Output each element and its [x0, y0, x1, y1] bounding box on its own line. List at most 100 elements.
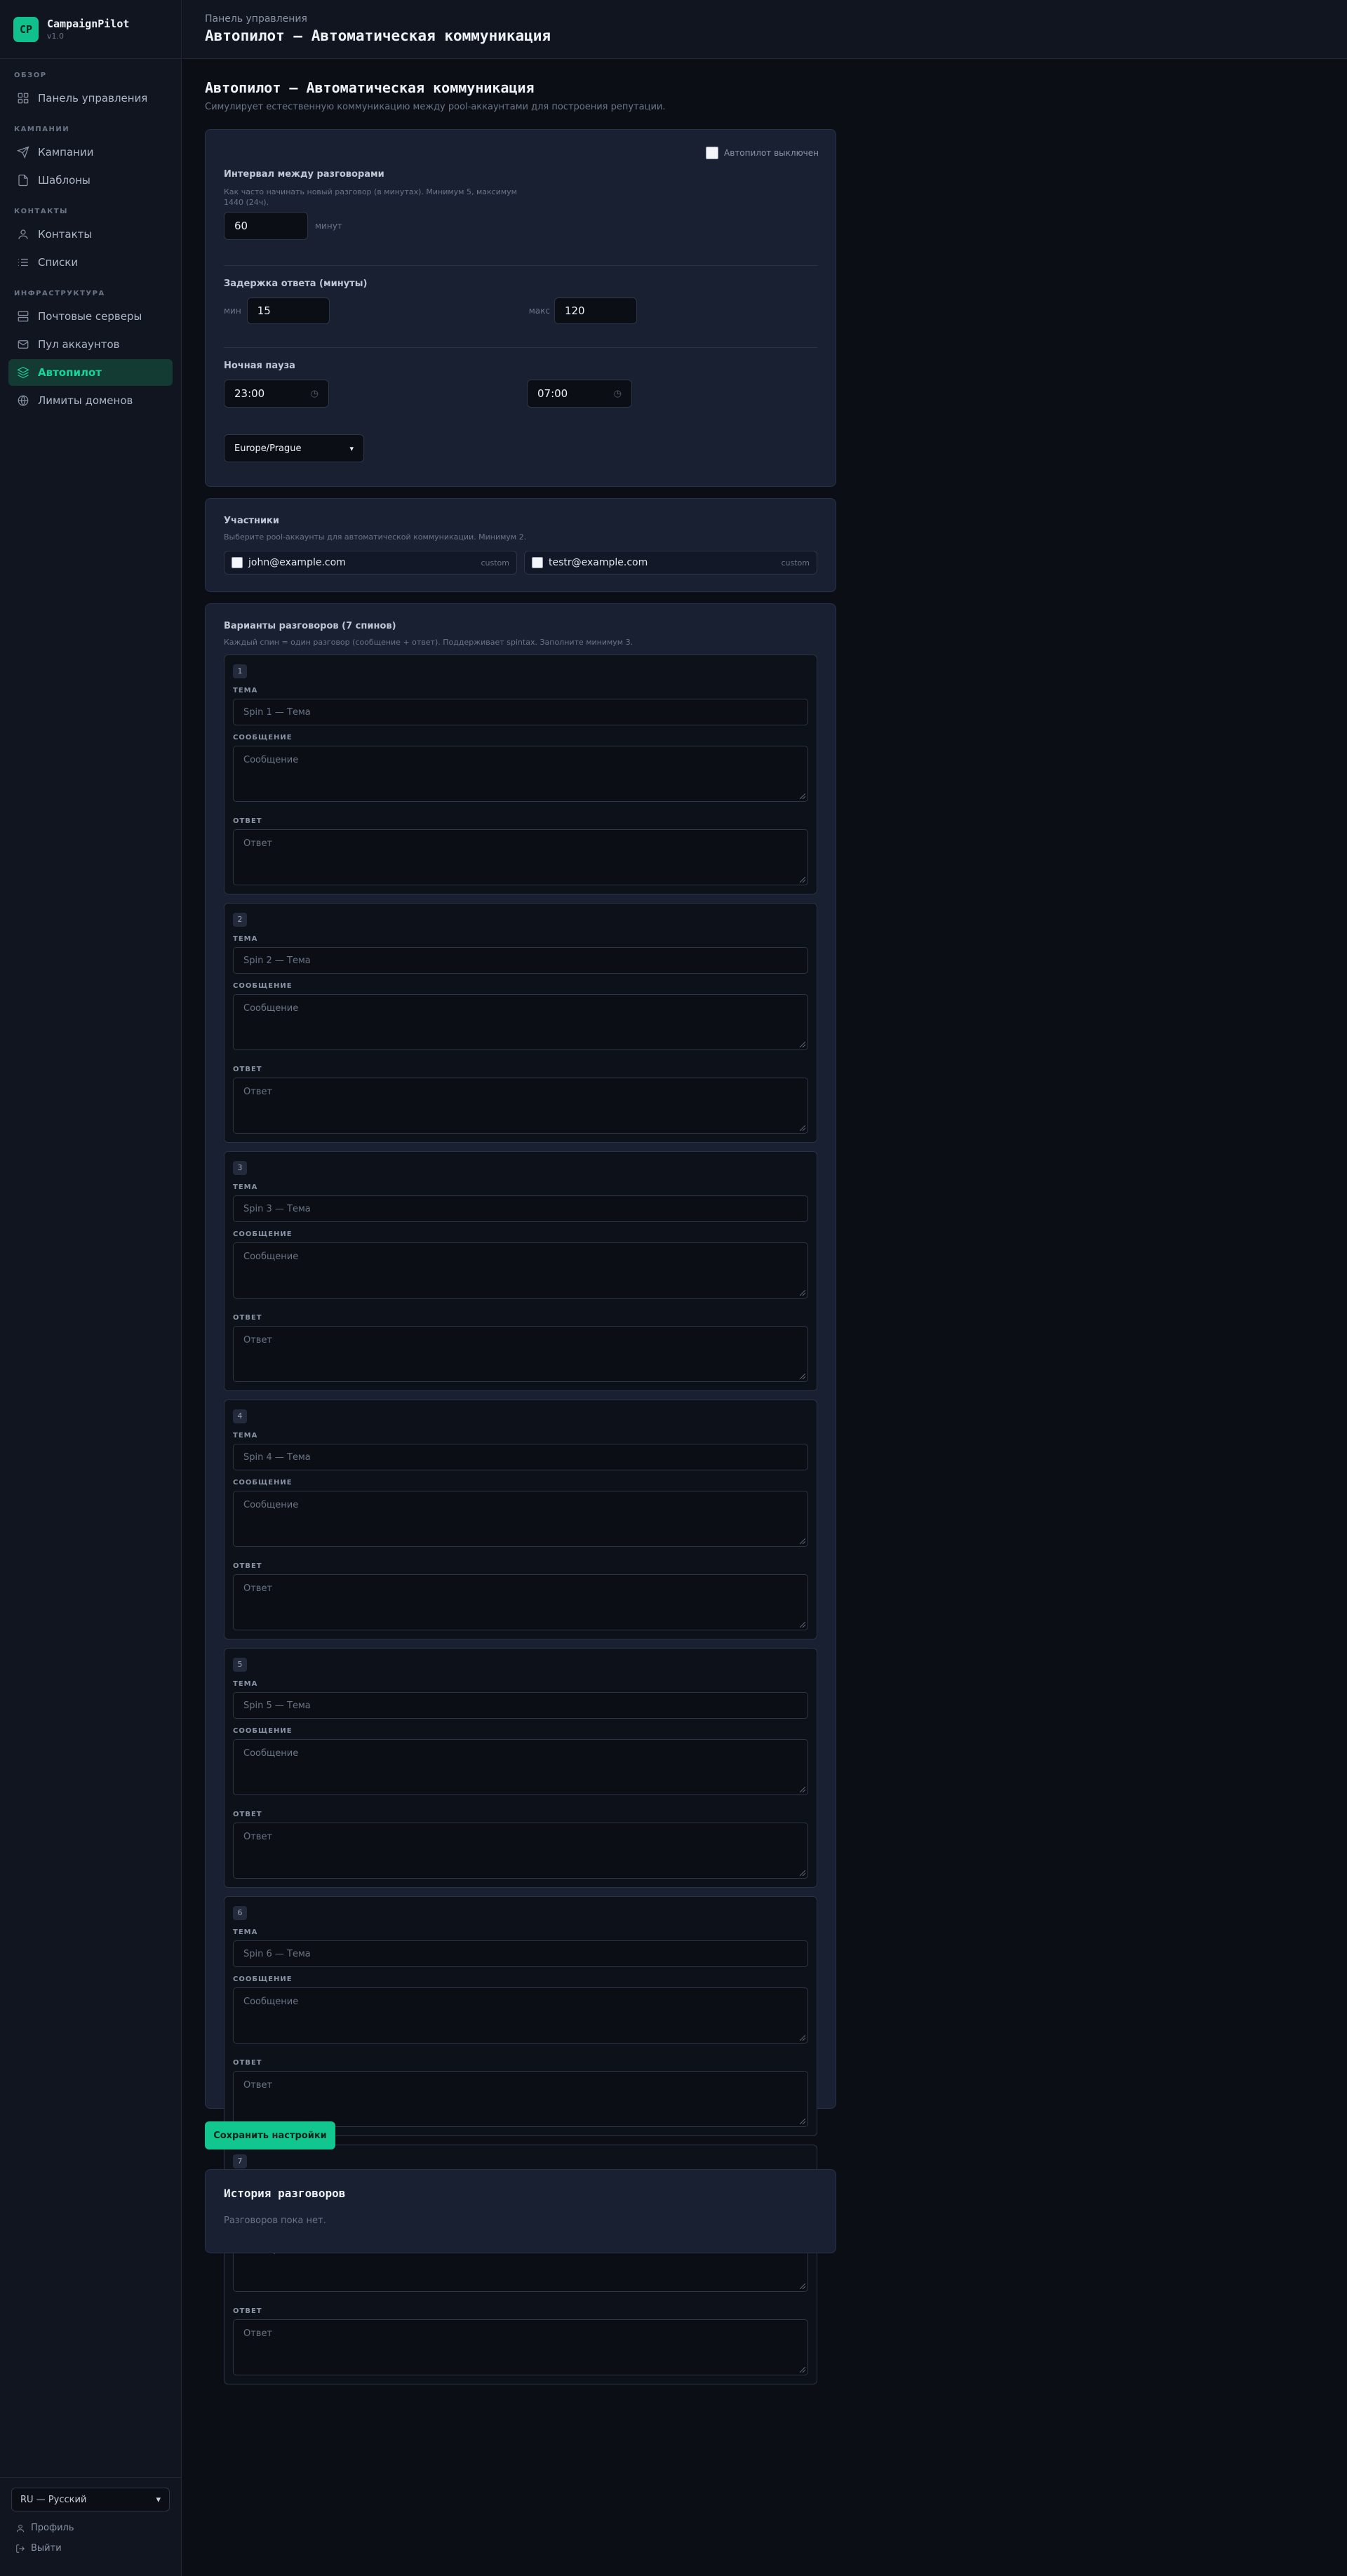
timezone-select[interactable]: Europe/Prague ▾: [224, 434, 364, 462]
spin-subject-input[interactable]: Spin 2 — Тема: [233, 947, 808, 974]
spin-reply-placeholder: Ответ: [243, 1832, 273, 1842]
sidebar-item-label: Пул аккаунтов: [38, 338, 120, 351]
profile-label: Профиль: [31, 2523, 74, 2533]
resize-handle-icon[interactable]: [800, 2119, 805, 2124]
delay-max-label: макс: [528, 306, 550, 316]
resize-handle-icon[interactable]: [800, 1622, 805, 1628]
spin-message-textarea[interactable]: Сообщение: [233, 1242, 808, 1299]
participant-checkbox[interactable]: [532, 557, 543, 568]
spin-number: 2: [233, 913, 247, 927]
resize-handle-icon[interactable]: [800, 1290, 805, 1296]
spin-number: 7: [233, 2154, 247, 2168]
sidebar: CP CampaignPilot v1.0 ОБЗОР Панель управ…: [0, 0, 182, 2576]
spin-message-label: СООБЩЕНИЕ: [233, 1975, 293, 1983]
mail-icon: [18, 340, 29, 349]
spin-reply-textarea[interactable]: Ответ: [233, 2071, 808, 2127]
profile-link[interactable]: Профиль: [11, 2523, 170, 2533]
resize-handle-icon[interactable]: [800, 1787, 805, 1792]
spin-message-label: СООБЩЕНИЕ: [233, 734, 293, 742]
night-end-input[interactable]: 07:00 ◷: [527, 380, 632, 408]
save-settings-button[interactable]: Сохранить настройки: [205, 2121, 335, 2149]
spin-subject-label: ТЕМА: [233, 1432, 258, 1440]
sidebar-item-dashboard[interactable]: Панель управления: [8, 85, 173, 112]
sidebar-item-label: Лимиты доменов: [38, 394, 133, 407]
resize-handle-icon[interactable]: [800, 2035, 805, 2041]
spin-number: 1: [233, 664, 247, 678]
resize-handle-icon[interactable]: [800, 2367, 805, 2373]
sidebar-item-label: Автопилот: [38, 366, 102, 379]
sidebar-item-lists[interactable]: Списки: [8, 249, 173, 276]
settings-card: Автопилот выключен Интервал между разгов…: [205, 129, 836, 487]
timezone-value: Europe/Prague: [234, 443, 302, 454]
spin-reply-label: ОТВЕТ: [233, 1066, 262, 1073]
spin-item: 1 ТЕМА Spin 1 — Тема СООБЩЕНИЕ Сообщение…: [224, 655, 817, 894]
sidebar-item-account-pool[interactable]: Пул аккаунтов: [8, 331, 173, 358]
spin-message-textarea[interactable]: Сообщение: [233, 1987, 808, 2044]
spin-reply-textarea[interactable]: Ответ: [233, 1326, 808, 1382]
spin-reply-textarea[interactable]: Ответ: [233, 2319, 808, 2375]
page-title: Автопилот — Автоматическая коммуникация: [205, 79, 535, 96]
spin-subject-label: ТЕМА: [233, 1680, 258, 1688]
sidebar-item-mail-servers[interactable]: Почтовые серверы: [8, 303, 173, 330]
participant-tag: custom: [781, 558, 810, 568]
spin-reply-textarea[interactable]: Ответ: [233, 1078, 808, 1134]
header-title: Автопилот — Автоматическая коммуникация: [205, 27, 551, 44]
spin-message-textarea[interactable]: Сообщение: [233, 994, 808, 1050]
participants-card: Участники Выберите pool-аккаунты для авт…: [205, 498, 836, 592]
spin-item: 4 ТЕМА Spin 4 — Тема СООБЩЕНИЕ Сообщение…: [224, 1400, 817, 1639]
delay-max-input[interactable]: 120: [554, 297, 637, 324]
sidebar-item-label: Списки: [38, 256, 79, 269]
spin-reply-label: ОТВЕТ: [233, 817, 262, 825]
spin-subject-label: ТЕМА: [233, 687, 258, 695]
breadcrumb[interactable]: Панель управления: [205, 13, 1347, 25]
brand-version: v1.0: [47, 32, 65, 41]
spin-reply-textarea[interactable]: Ответ: [233, 1823, 808, 1879]
spin-subject-input[interactable]: Spin 6 — Тема: [233, 1940, 808, 1967]
clock-icon: ◷: [310, 388, 319, 399]
autopilot-toggle[interactable]: Автопилот выключен: [706, 147, 819, 159]
resize-handle-icon[interactable]: [800, 1125, 805, 1131]
interval-input[interactable]: 60: [224, 212, 308, 240]
spin-subject-input[interactable]: Spin 1 — Тема: [233, 699, 808, 725]
sidebar-item-templates[interactable]: Шаблоны: [8, 167, 173, 194]
autopilot-toggle-label: Автопилот выключен: [724, 148, 819, 158]
spin-message-placeholder: Сообщение: [243, 1748, 299, 1759]
resize-handle-icon[interactable]: [800, 1538, 805, 1544]
history-card: История разговоров Разговоров пока нет.: [205, 2169, 836, 2253]
nav-section-campaigns: КАМПАНИИ: [14, 126, 70, 133]
participant-checkbox[interactable]: [232, 557, 243, 568]
spin-subject-input[interactable]: Spin 5 — Тема: [233, 1692, 808, 1719]
night-start-input[interactable]: 23:00 ◷: [224, 380, 329, 408]
spin-reply-textarea[interactable]: Ответ: [233, 1574, 808, 1630]
spin-message-textarea[interactable]: Сообщение: [233, 746, 808, 802]
spin-message-textarea[interactable]: Сообщение: [233, 1491, 808, 1547]
logout-label: Выйти: [31, 2543, 62, 2554]
spin-message-placeholder: Сообщение: [243, 1500, 299, 1510]
spin-subject-input[interactable]: Spin 4 — Тема: [233, 1444, 808, 1470]
spin-message-textarea[interactable]: Сообщение: [233, 1739, 808, 1795]
resize-handle-icon[interactable]: [800, 1870, 805, 1876]
resize-handle-icon[interactable]: [800, 1374, 805, 1379]
resize-handle-icon[interactable]: [800, 2283, 805, 2289]
sidebar-item-contacts[interactable]: Контакты: [8, 221, 173, 248]
spin-number: 6: [233, 1906, 247, 1920]
resize-handle-icon[interactable]: [800, 1042, 805, 1047]
language-select[interactable]: RU — Русский ▾: [11, 2488, 170, 2511]
autopilot-checkbox[interactable]: [706, 147, 719, 159]
delay-min-input[interactable]: 15: [246, 297, 330, 324]
server-icon: [18, 311, 29, 322]
sidebar-item-autopilot[interactable]: Автопилот: [8, 359, 173, 386]
resize-handle-icon[interactable]: [800, 877, 805, 883]
sidebar-item-domain-limits[interactable]: Лимиты доменов: [8, 387, 173, 414]
sidebar-item-label: Панель управления: [38, 92, 148, 105]
spin-reply-textarea[interactable]: Ответ: [233, 829, 808, 885]
brand[interactable]: CP CampaignPilot v1.0: [0, 0, 181, 59]
logout-link[interactable]: Выйти: [11, 2543, 170, 2554]
sidebar-item-campaigns[interactable]: Кампании: [8, 139, 173, 166]
resize-handle-icon[interactable]: [800, 793, 805, 799]
spin-reply-placeholder: Ответ: [243, 2328, 273, 2339]
spin-subject-input[interactable]: Spin 3 — Тема: [233, 1195, 808, 1222]
spin-subject-label: ТЕМА: [233, 1183, 258, 1191]
participant-item[interactable]: testr@example.com custom: [524, 551, 817, 575]
participant-item[interactable]: john@example.com custom: [224, 551, 517, 575]
